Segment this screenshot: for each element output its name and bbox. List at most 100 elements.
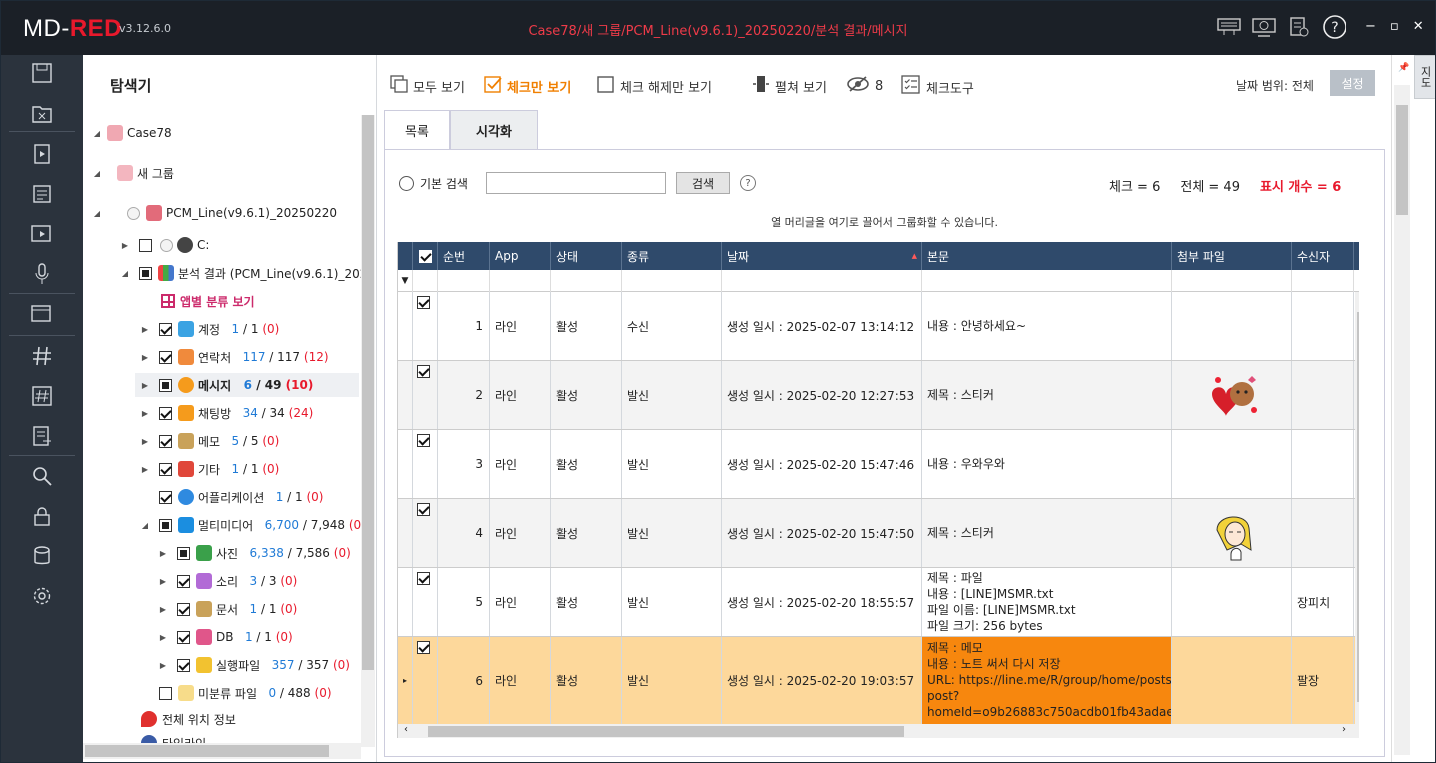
basic-search-radio[interactable] [399,175,414,191]
tab-visualization[interactable]: 시각화 [450,110,538,150]
tree-node-app-classify[interactable]: 앱별 분류 보기 [161,289,255,313]
show-checked-button[interactable]: 체크만 보기 [484,75,571,97]
messages-checkbox[interactable] [159,378,172,392]
settings-button[interactable]: 설정 [1330,70,1375,96]
header-state[interactable]: 상태 [551,242,622,270]
applications-checkbox[interactable] [159,490,172,504]
header-select-all[interactable] [413,242,438,270]
tree-item-unclassified[interactable]: 미분류 파일 0 / 488 (0) [159,681,332,705]
tree-item-photos[interactable]: ▶ 사진 6,338 / 7,586 (0) [157,541,351,565]
hash-icon[interactable] [29,343,55,369]
explorer-vertical-scrollbar[interactable] [361,115,375,747]
tree-node-case[interactable]: ◢ Case78 [91,121,172,145]
gear-icon[interactable] [29,583,55,609]
multimedia-checkbox[interactable] [159,518,172,532]
tree-node-drive[interactable]: ▶ C: [119,233,209,257]
unclassified-checkbox[interactable] [159,686,172,700]
database-icon[interactable] [29,543,55,569]
row-checkbox-cell[interactable] [413,361,438,429]
row-checkbox[interactable] [417,572,430,585]
grid-vertical-scrollbar[interactable]: ︿ ﹀ [1355,292,1359,724]
show-all-button[interactable]: 모두 보기 [390,75,465,97]
maximize-button[interactable]: ▫ [1390,19,1399,34]
drive-checkbox[interactable] [139,238,152,252]
row-checkbox-cell[interactable] [413,637,438,724]
hash-box-icon[interactable] [29,383,55,409]
tree-item-multimedia[interactable]: ◢ 멀티미디어 6,700 / 7,948 (0) [139,513,361,537]
microphone-icon[interactable] [29,261,55,287]
header-body[interactable]: 본문 [922,242,1172,270]
help-circle-icon[interactable]: ? [739,175,756,191]
table-row[interactable]: 4 라인 활성 발신 생성 일시 : 2025-02-20 15:47:50 제목 : 스… [398,499,1359,568]
memo-checkbox[interactable] [159,434,172,448]
header-recipient[interactable]: 수신자 [1292,242,1354,270]
header-app[interactable]: App [490,242,551,270]
export-icon[interactable] [29,423,55,449]
tree-item-chatrooms[interactable]: ▶ 채팅방 34 / 34 (24) [139,401,313,425]
header-kind[interactable]: 종류 [622,242,722,270]
map-side-tab[interactable]: 지도 [1414,55,1435,99]
keyboard-icon[interactable] [1217,14,1241,40]
minimize-button[interactable]: − [1365,19,1376,34]
main-vertical-scrollbar[interactable] [1394,85,1410,755]
checklist-icon[interactable] [29,181,55,207]
sticker-bear-icon[interactable] [1204,370,1260,420]
analysis-checkbox[interactable] [139,266,152,280]
docs-checkbox[interactable] [177,602,190,616]
code-window-icon[interactable] [29,301,55,327]
chatrooms-checkbox[interactable] [159,406,172,420]
grid-horizontal-scrollbar[interactable]: ‹ › [398,724,1359,738]
tree-item-applications[interactable]: 어플리케이션 1 / 1 (0) [159,485,323,509]
tab-list[interactable]: 목록 [384,110,450,150]
row-checkbox[interactable] [417,296,430,309]
table-row[interactable]: 1 라인 활성 수신 생성 일시 : 2025-02-07 13:14:12 내용 : 안… [398,292,1359,361]
search-icon[interactable] [29,463,55,489]
tree-item-etc[interactable]: ▶ 기타 1 / 1 (0) [139,457,279,481]
etc-checkbox[interactable] [159,462,172,476]
tree-item-docs[interactable]: ▶ 문서 1 / 1 (0) [157,597,297,621]
save-icon[interactable] [29,60,55,86]
close-button[interactable]: ✕ [1413,19,1424,34]
photos-checkbox[interactable] [177,546,190,560]
help-icon[interactable]: ? [1322,14,1346,40]
pin-icon[interactable]: 📌 [1398,63,1409,73]
row-checkbox[interactable] [417,503,430,516]
lock-icon[interactable] [29,503,55,529]
tree-item-memo[interactable]: ▶ 메모 5 / 5 (0) [139,429,279,453]
sound-checkbox[interactable] [177,574,190,588]
check-tool-button[interactable]: 체크도구 [901,75,974,99]
table-row[interactable]: 5 라인 활성 발신 생성 일시 : 2025-02-20 18:55:57 제목 : 파… [398,568,1359,637]
sticker-girl-icon[interactable] [1207,504,1257,562]
header-attachment[interactable]: 첨부 파일 [1172,242,1292,270]
executables-checkbox[interactable] [177,658,190,672]
table-row[interactable]: ▸ 6 라인 활성 발신 생성 일시 : 2025-02-20 19:03:57 제목 : … [398,637,1359,725]
capture-icon[interactable] [1252,14,1276,40]
tree-item-messages[interactable]: ▶ 메시지 6 / 49 (10) [135,373,359,397]
tree-item-account[interactable]: ▶ 계정 1 / 1 (0) [139,317,279,341]
row-checkbox-cell[interactable] [413,430,438,498]
search-input[interactable] [485,172,666,194]
table-row[interactable]: 3 라인 활성 발신 생성 일시 : 2025-02-20 15:47:46 내용 : 우… [398,430,1359,499]
row-checkbox[interactable] [417,641,430,654]
close-case-icon[interactable] [29,100,55,126]
scroll-right-icon[interactable]: › [1342,724,1346,735]
tree-item-contacts[interactable]: ▶ 연락처 117 / 117 (12) [139,345,329,369]
header-no[interactable]: 순번 [438,242,490,270]
report-icon[interactable] [1287,14,1311,40]
tree-node-location[interactable]: 전체 위치 정보 [141,707,236,731]
media-icon[interactable] [29,141,55,167]
row-checkbox-cell[interactable] [413,499,438,567]
tree-node-group[interactable]: ◢ 새 그룹 [91,161,174,185]
tree-item-db[interactable]: ▶ DB 1 / 1 (0) [157,625,293,649]
search-button[interactable]: 검색 [675,172,730,194]
row-checkbox-cell[interactable] [413,568,438,636]
row-checkbox[interactable] [417,365,430,378]
table-row[interactable]: 2 라인 활성 발신 생성 일시 : 2025-02-20 12:27:53 제목 : 스… [398,361,1359,430]
video-list-icon[interactable] [29,221,55,247]
explorer-horizontal-scrollbar[interactable] [83,743,361,759]
header-date[interactable]: 날짜 ▲ [722,242,922,270]
tree-item-sound[interactable]: ▶ 소리 3 / 3 (0) [157,569,297,593]
scroll-left-icon[interactable]: ‹ [404,724,408,735]
tree-node-analysis[interactable]: ◢ 분석 결과 (PCM_Line(v9.6.1)_2025 [119,261,361,285]
row-checkbox-cell[interactable] [413,292,438,360]
